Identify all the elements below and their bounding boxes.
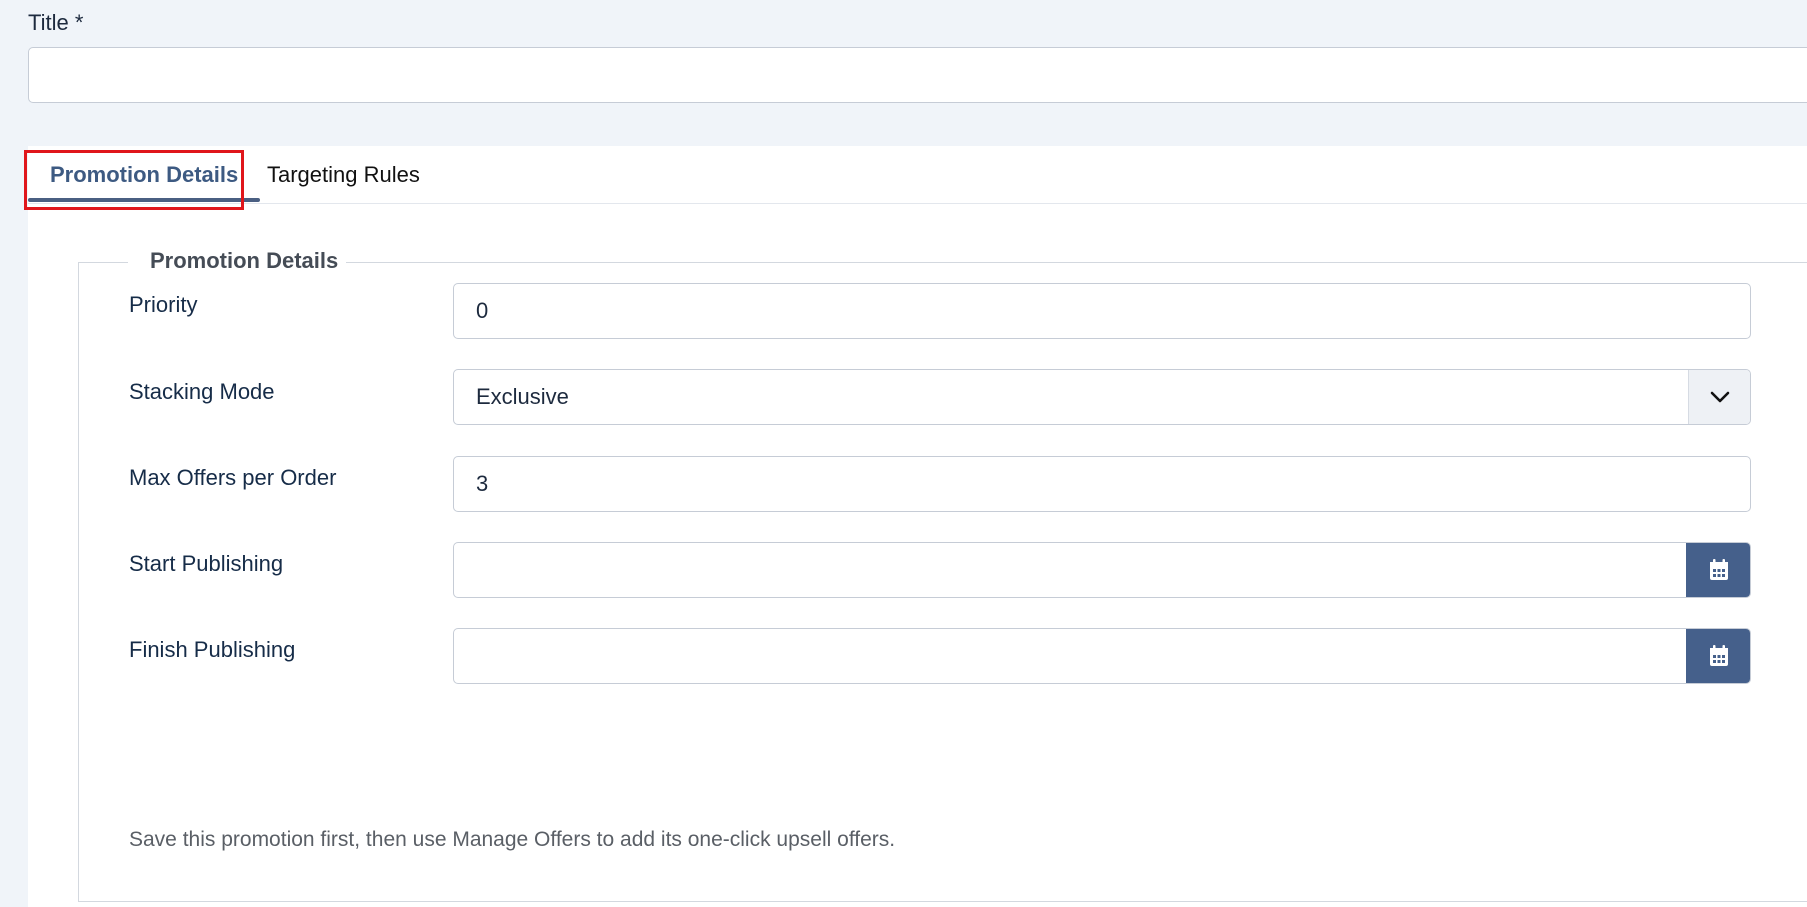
tab-targeting-rules-label: Targeting Rules (267, 162, 420, 187)
start-publishing-input[interactable] (454, 543, 1688, 597)
finish-publishing-label: Finish Publishing (129, 637, 296, 662)
help-text: Save this promotion first, then use Mana… (129, 828, 896, 851)
title-label: Title * (28, 10, 84, 35)
fieldset-legend: Promotion Details (150, 248, 339, 273)
calendar-icon (1709, 559, 1728, 580)
priority-input[interactable]: 0 (453, 283, 1751, 339)
tab-promotion-details-label: Promotion Details (50, 162, 239, 187)
fieldset-border-top-left (78, 262, 128, 263)
finish-publishing-input[interactable] (454, 629, 1688, 683)
stacking-mode-label: Stacking Mode (129, 379, 275, 404)
max-offers-label: Max Offers per Order (129, 465, 337, 490)
priority-label: Priority (129, 292, 198, 317)
promotion-edit-page: Title * Promotion Details Targeting Rule… (0, 0, 1807, 907)
finish-publishing-field (453, 628, 1751, 684)
max-offers-input[interactable]: 3 (453, 456, 1751, 512)
fieldset-border-top-right (346, 262, 1807, 263)
chevron-down-icon[interactable] (1688, 370, 1750, 424)
finish-publishing-calendar-button[interactable] (1686, 629, 1750, 683)
max-offers-value: 3 (476, 471, 489, 496)
tab-bar: Promotion Details Targeting Rules (28, 146, 1807, 204)
title-input[interactable] (28, 47, 1807, 103)
tab-promotion-details[interactable]: Promotion Details (28, 146, 261, 204)
active-tab-underline (28, 198, 261, 202)
start-publishing-calendar-button[interactable] (1686, 543, 1750, 597)
start-publishing-label: Start Publishing (129, 551, 284, 576)
tabs-panel: Promotion Details Targeting Rules Promot… (28, 146, 1807, 907)
calendar-icon (1709, 645, 1728, 666)
priority-value: 0 (476, 298, 489, 323)
tab-targeting-rules[interactable]: Targeting Rules (267, 146, 420, 204)
start-publishing-field (453, 542, 1751, 598)
stacking-mode-select[interactable]: Exclusive (453, 369, 1751, 425)
stacking-mode-value: Exclusive (476, 384, 569, 409)
